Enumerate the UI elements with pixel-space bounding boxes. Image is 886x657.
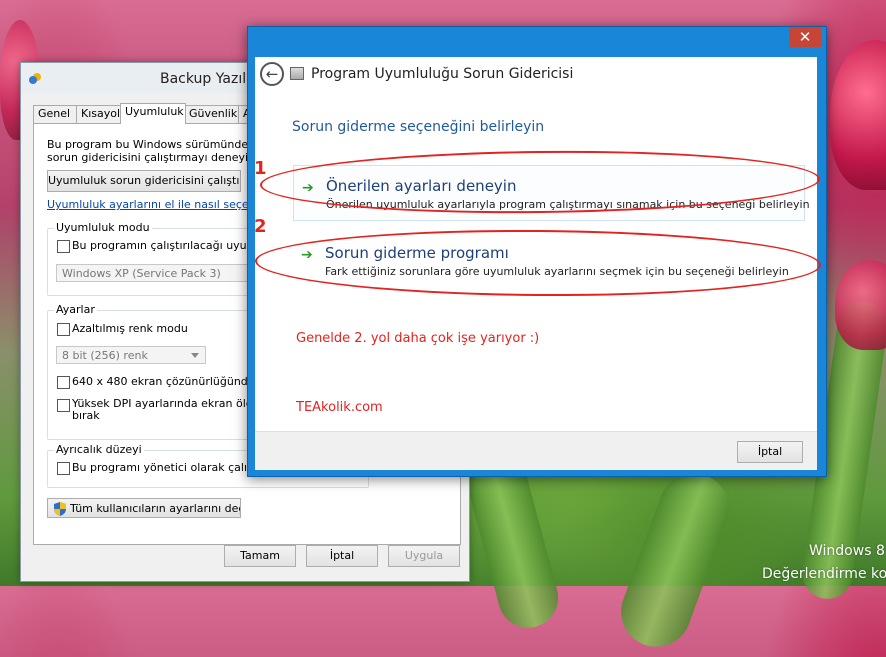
chevron-down-icon [191, 353, 199, 358]
tab-general[interactable]: Genel [33, 105, 77, 123]
change-all-users-button[interactable]: Tüm kullanıcıların ayarlarını değiştir [47, 498, 241, 518]
shield-icon [54, 502, 66, 516]
page-heading: Sorun giderme seçeneğini belirleyin [292, 119, 545, 135]
troubleshooter-icon [290, 67, 304, 80]
annotation-note: Genelde 2. yol daha çok işe yarıyor :) [296, 331, 540, 346]
cancel-button[interactable]: İptal [306, 545, 378, 567]
color-depth-value: 8 bit (256) renk [62, 349, 148, 362]
close-icon: ✕ [798, 28, 812, 46]
compat-mode-checkbox[interactable] [57, 240, 70, 253]
run-troubleshooter-button[interactable]: Uyumluluk sorun gidericisini çalıştır [47, 170, 241, 192]
settings-title: Ayarlar [54, 303, 97, 316]
privilege-title: Ayrıcalık düzeyi [54, 443, 144, 456]
run-as-admin-label: Bu programı yönetici olarak çalıştır [72, 461, 265, 474]
res-640-checkbox[interactable] [57, 376, 70, 389]
tab-security[interactable]: Güvenlik [184, 105, 240, 123]
color-depth-select[interactable]: 8 bit (256) renk [56, 346, 206, 364]
os-version-select[interactable]: Windows XP (Service Pack 3) [56, 264, 256, 282]
back-arrow-icon: ← [265, 65, 279, 83]
tab-shortcut[interactable]: Kısayol [76, 105, 122, 123]
high-dpi-label-1: Yüksek DPI ayarlarında ekran ölçekle [72, 397, 275, 410]
watermark-text: TEAkolik.com [296, 400, 383, 415]
annotation-number-1: 1 [254, 158, 267, 179]
properties-title: Backup Yazılı [160, 71, 250, 87]
desktop-watermark-line2: Değerlendirme kor [762, 566, 886, 582]
desktop-watermark-line1: Windows 8 [809, 543, 885, 559]
back-button[interactable]: ← [260, 62, 284, 86]
high-dpi-checkbox[interactable] [57, 399, 70, 412]
change-all-users-label: Tüm kullanıcıların ayarlarını değiştir [70, 502, 240, 515]
troubleshooter-header: ← Program Uyumluluğu Sorun Gidericisi [255, 57, 817, 95]
troubleshooter-title: Program Uyumluluğu Sorun Gidericisi [311, 66, 574, 82]
app-icon [29, 73, 41, 84]
reduced-color-checkbox[interactable] [57, 323, 70, 336]
intro-line-2: sorun gidericisini çalıştırmayı deneyin. [47, 151, 259, 164]
ok-button[interactable]: Tamam [224, 545, 296, 567]
high-dpi-label-2: bırak [72, 409, 100, 422]
compat-mode-title: Uyumluluk modu [54, 221, 152, 234]
manual-settings-link[interactable]: Uyumluluk ayarlarını el ile nasıl seçeri… [47, 198, 273, 211]
run-as-admin-checkbox[interactable] [57, 462, 70, 475]
reduced-color-label: Azaltılmış renk modu [72, 322, 188, 335]
os-version-value: Windows XP (Service Pack 3) [62, 267, 221, 280]
close-button[interactable]: ✕ [789, 27, 821, 47]
troubleshooter-cancel-button[interactable]: İptal [737, 441, 803, 463]
apply-button[interactable]: Uygula [388, 545, 460, 567]
tab-compatibility[interactable]: Uyumluluk [120, 103, 186, 124]
annotation-number-2: 2 [254, 216, 267, 237]
troubleshooter-footer: İptal [255, 431, 817, 470]
